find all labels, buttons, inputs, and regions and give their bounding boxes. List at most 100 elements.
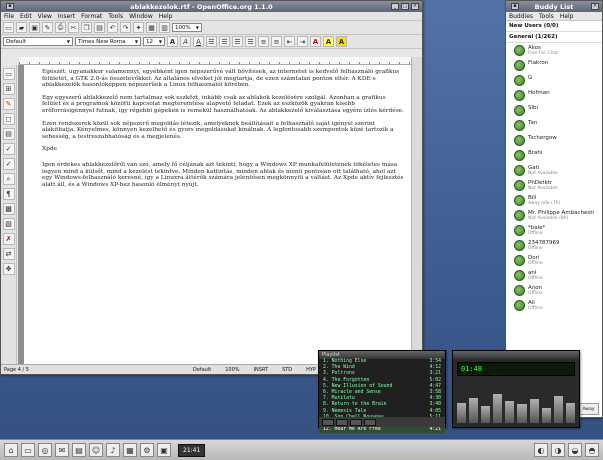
buddy-item[interactable]: Anon Offline bbox=[506, 283, 602, 298]
font-color-icon[interactable]: A bbox=[310, 36, 321, 47]
office-icon[interactable]: ▤ bbox=[72, 443, 86, 457]
buddy-item[interactable]: Tan bbox=[506, 118, 602, 133]
bold-icon[interactable]: A bbox=[167, 36, 178, 47]
insert-fields-icon[interactable]: ⊞ bbox=[2, 83, 15, 95]
maximize-icon[interactable]: □ bbox=[401, 3, 409, 10]
buddy-item[interactable]: Mr. Philippe Ambachesti Not Available (8h… bbox=[506, 208, 602, 223]
justify-icon[interactable]: ☰ bbox=[245, 36, 256, 47]
menu-help[interactable]: Help bbox=[560, 13, 574, 20]
menu-view[interactable]: View bbox=[38, 13, 52, 20]
save-icon[interactable]: ▣ bbox=[29, 22, 40, 33]
document-page[interactable]: Egészét, ugyanakkor valamennyi, egyébkén… bbox=[24, 65, 411, 364]
buddy-titlebar[interactable]: ▪ Buddy List × bbox=[506, 1, 602, 12]
copy-icon[interactable]: ❐ bbox=[81, 22, 92, 33]
workspace-icon[interactable]: ▣ bbox=[157, 443, 171, 457]
buddy-item[interactable]: Hofman bbox=[506, 88, 602, 103]
files-icon[interactable]: ▦ bbox=[123, 443, 137, 457]
close-icon[interactable]: × bbox=[411, 3, 419, 10]
tray-icon[interactable]: ◓ bbox=[585, 443, 599, 457]
font-select[interactable]: Times New Roma ▼ bbox=[75, 37, 141, 46]
paste-icon[interactable]: ▤ bbox=[94, 22, 105, 33]
online-layout-icon[interactable]: ▧ bbox=[2, 218, 15, 230]
eq-slider[interactable] bbox=[469, 397, 479, 423]
playlist-remove-button[interactable] bbox=[336, 418, 348, 426]
nonprinting-icon[interactable]: ¶ bbox=[2, 188, 15, 200]
equalizer[interactable] bbox=[457, 389, 575, 423]
player-titlebar[interactable] bbox=[453, 351, 579, 359]
eq-slider[interactable] bbox=[505, 400, 515, 423]
away-button[interactable]: Away bbox=[578, 403, 599, 415]
menu-buddies[interactable]: Buddies bbox=[509, 13, 533, 20]
new-doc-icon[interactable]: ▭ bbox=[3, 22, 14, 33]
window-menu-icon[interactable]: ▪ bbox=[511, 3, 519, 10]
spellcheck-icon[interactable]: ✓ bbox=[2, 143, 15, 155]
chat-icon[interactable]: ☺ bbox=[89, 443, 103, 457]
buddy-item[interactable]: 234787969 Offline bbox=[506, 238, 602, 253]
document-area[interactable]: Egészét, ugyanakkor valamennyi, egyébkén… bbox=[18, 65, 411, 364]
align-left-icon[interactable]: ☰ bbox=[206, 36, 217, 47]
tray-icon[interactable]: ◐ bbox=[534, 443, 548, 457]
playlist-select-button[interactable] bbox=[350, 418, 362, 426]
buddy-item[interactable]: Akos Free For Chat bbox=[506, 43, 602, 58]
settings-icon[interactable]: ⚙ bbox=[140, 443, 154, 457]
print-icon[interactable]: ⎙ bbox=[55, 22, 66, 33]
browser-icon[interactable]: ◎ bbox=[38, 443, 52, 457]
find-icon[interactable]: ⌕ bbox=[2, 173, 15, 185]
highlight-icon[interactable]: A bbox=[323, 36, 334, 47]
playlist-misc-button[interactable] bbox=[364, 418, 376, 426]
buddy-item[interactable]: *bale* Offline bbox=[506, 223, 602, 238]
music-icon[interactable]: ♪ bbox=[106, 443, 120, 457]
menu-edit[interactable]: Edit bbox=[20, 13, 32, 20]
status-selection[interactable]: STD bbox=[282, 367, 292, 373]
menu-file[interactable]: File bbox=[4, 13, 14, 20]
writer-titlebar[interactable]: ▪ ablakkezelok.rtf - OpenOffice.org 1.1.… bbox=[1, 1, 422, 12]
gallery-icon[interactable]: ▦ bbox=[146, 22, 157, 33]
insert-icon[interactable]: ▭ bbox=[2, 68, 15, 80]
menu-insert[interactable]: Insert bbox=[58, 13, 75, 20]
edit-autotext-icon[interactable]: ▤ bbox=[2, 128, 15, 140]
navigator-icon[interactable]: ✦ bbox=[133, 22, 144, 33]
eq-slider[interactable] bbox=[565, 402, 575, 423]
open-icon[interactable]: ▰ bbox=[16, 22, 27, 33]
eq-slider[interactable] bbox=[481, 406, 491, 423]
menu-tools[interactable]: Tools bbox=[539, 13, 554, 20]
align-right-icon[interactable]: ☰ bbox=[232, 36, 243, 47]
close-icon[interactable]: × bbox=[591, 3, 599, 10]
tray-icon[interactable]: ◒ bbox=[568, 443, 582, 457]
cut-icon[interactable]: ✂ bbox=[68, 22, 79, 33]
buddy-item[interactable]: PhDetktr Not Available bbox=[506, 178, 602, 193]
edit-icon[interactable]: ✎ bbox=[42, 22, 53, 33]
graphics-off-icon[interactable]: ▩ bbox=[2, 203, 15, 215]
menu-window[interactable]: Window bbox=[129, 13, 153, 20]
group-general[interactable]: General (1/262) bbox=[506, 32, 602, 43]
menu-format[interactable]: Format bbox=[81, 13, 102, 20]
group-new-users[interactable]: New Users (0/0) bbox=[506, 21, 602, 32]
italic-icon[interactable]: A bbox=[180, 36, 191, 47]
buddy-item[interactable]: Sibi bbox=[506, 103, 602, 118]
window-menu-icon[interactable]: ▪ bbox=[6, 3, 14, 10]
eq-slider[interactable] bbox=[517, 404, 527, 423]
eq-slider[interactable] bbox=[541, 407, 551, 423]
buddy-item[interactable]: G bbox=[506, 73, 602, 88]
numbering-icon[interactable]: ≡ bbox=[258, 36, 269, 47]
bullets-icon[interactable]: ≡ bbox=[271, 36, 282, 47]
underline-icon[interactable]: A bbox=[193, 36, 204, 47]
tray-icon[interactable]: ◑ bbox=[551, 443, 565, 457]
playlist-track[interactable]: 12. Hear Me Are Free 4:21 bbox=[319, 427, 445, 434]
eq-slider[interactable] bbox=[529, 399, 539, 423]
minimize-icon[interactable]: _ bbox=[391, 3, 399, 10]
buddy-item[interactable]: Brahi bbox=[506, 148, 602, 163]
redo-icon[interactable]: ↷ bbox=[120, 22, 131, 33]
menu-help[interactable]: Help bbox=[159, 13, 173, 20]
horizontal-ruler[interactable] bbox=[19, 57, 411, 65]
form-icon[interactable]: ✎ bbox=[2, 98, 15, 110]
buddy-item[interactable]: Dori Offline bbox=[506, 253, 602, 268]
autospell-icon[interactable]: ✓ bbox=[2, 158, 15, 170]
buddy-item[interactable]: Tschergow bbox=[506, 133, 602, 148]
style-select[interactable]: Default ▼ bbox=[3, 37, 73, 46]
buddy-item[interactable]: Ali Offline bbox=[506, 298, 602, 313]
buddy-item[interactable]: Gati Not Available bbox=[506, 163, 602, 178]
main-menu-icon[interactable]: ⌂ bbox=[4, 443, 18, 457]
terminal-icon[interactable]: ▭ bbox=[21, 443, 35, 457]
background-color-icon[interactable]: A bbox=[336, 36, 347, 47]
